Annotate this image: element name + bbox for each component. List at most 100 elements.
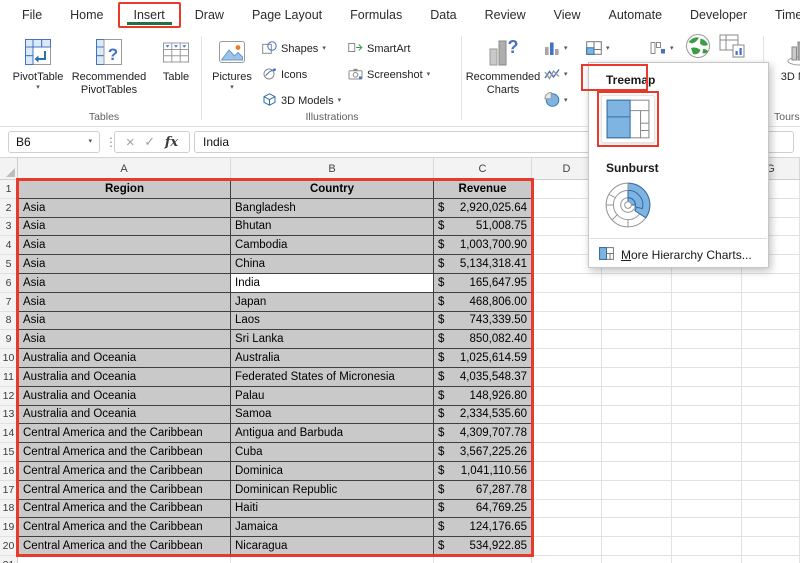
cell[interactable]: $2,920,025.64	[434, 198, 532, 218]
cell[interactable]	[602, 405, 672, 425]
cell[interactable]	[532, 311, 602, 331]
cell[interactable]	[672, 499, 742, 519]
cell[interactable]	[742, 555, 800, 563]
table-button[interactable]: Table	[156, 33, 196, 84]
sunburst-chart-option[interactable]	[601, 179, 655, 231]
cell[interactable]: Australia	[231, 349, 434, 368]
cell[interactable]	[602, 273, 672, 293]
cell[interactable]: Antigua and Barbuda	[231, 424, 434, 444]
cell[interactable]	[231, 555, 434, 563]
cell[interactable]: $3,567,225.26	[434, 443, 532, 462]
cell[interactable]: Central America and the Caribbean	[18, 424, 231, 444]
cell[interactable]: $2,334,535.60	[434, 405, 532, 425]
cell[interactable]: Sri Lanka	[231, 330, 434, 350]
cell[interactable]: Dominica	[231, 461, 434, 481]
cell[interactable]	[18, 555, 231, 563]
more-hierarchy-charts-item[interactable]: More Hierarchy Charts...	[589, 239, 768, 263]
tab-automate[interactable]: Automate	[595, 2, 677, 28]
cell[interactable]	[602, 367, 672, 387]
cell[interactable]	[434, 555, 532, 563]
cell[interactable]	[672, 405, 742, 425]
cell[interactable]: Jamaica	[231, 518, 434, 538]
row-number[interactable]: 3	[0, 217, 18, 237]
cell[interactable]: Nicaragua	[231, 537, 434, 556]
cell[interactable]: Haiti	[231, 499, 434, 519]
shapes-button[interactable]: Shapes ▾	[262, 38, 326, 60]
tab-home[interactable]: Home	[56, 2, 117, 28]
cell[interactable]	[532, 424, 602, 444]
tab-view[interactable]: View	[540, 2, 595, 28]
cell[interactable]	[602, 480, 672, 500]
column-header-c[interactable]: C	[434, 158, 532, 179]
cell[interactable]	[672, 273, 742, 293]
column-header-b[interactable]: B	[231, 158, 434, 179]
cell[interactable]: Central America and the Caribbean	[18, 443, 231, 462]
enter-icon[interactable]: ✓	[144, 134, 155, 150]
cell[interactable]	[532, 367, 602, 387]
cell[interactable]	[742, 349, 800, 368]
cell[interactable]	[532, 499, 602, 519]
row-number[interactable]: 9	[0, 330, 18, 350]
cell[interactable]	[672, 330, 742, 350]
tab-formulas[interactable]: Formulas	[336, 2, 416, 28]
treemap-chart-option[interactable]	[601, 95, 655, 143]
cell[interactable]	[602, 537, 672, 556]
cell[interactable]: Australia and Oceania	[18, 367, 231, 387]
row-number[interactable]: 8	[0, 311, 18, 331]
cell[interactable]	[672, 518, 742, 538]
cell[interactable]: $124,176.65	[434, 518, 532, 538]
recommended-pivottables-button[interactable]: ? Recommended PivotTables	[64, 33, 154, 97]
cell[interactable]: Asia	[18, 198, 231, 218]
cell[interactable]: Japan	[231, 292, 434, 312]
cell[interactable]	[742, 461, 800, 481]
cell[interactable]: Central America and the Caribbean	[18, 461, 231, 481]
cell[interactable]	[672, 443, 742, 462]
cell[interactable]: Central America and the Caribbean	[18, 518, 231, 538]
cell[interactable]	[602, 499, 672, 519]
cell[interactable]	[742, 518, 800, 538]
cell[interactable]: Palau	[231, 386, 434, 406]
cell[interactable]: Laos	[231, 311, 434, 331]
cell[interactable]	[742, 424, 800, 444]
insert-waterfall-chart-button[interactable]: ▾	[650, 38, 674, 60]
cell[interactable]	[602, 292, 672, 312]
cell[interactable]	[742, 405, 800, 425]
row-number[interactable]: 10	[0, 349, 18, 368]
tab-developer[interactable]: Developer	[676, 2, 761, 28]
cell[interactable]	[742, 330, 800, 350]
tab-insert[interactable]: Insert	[117, 2, 181, 28]
cell[interactable]: $165,647.95	[434, 273, 532, 293]
insert-hierarchy-chart-button[interactable]: ▾	[586, 38, 610, 60]
tab-draw[interactable]: Draw	[181, 2, 238, 28]
cell[interactable]	[602, 386, 672, 406]
cell[interactable]	[742, 292, 800, 312]
row-number[interactable]: 17	[0, 480, 18, 500]
cell[interactable]: $5,134,318.41	[434, 255, 532, 274]
cell[interactable]: Asia	[18, 273, 231, 293]
cell[interactable]: $1,041,110.56	[434, 461, 532, 481]
cell[interactable]: Federated States of Micronesia	[231, 367, 434, 387]
tab-data[interactable]: Data	[416, 2, 470, 28]
cell[interactable]: $64,769.25	[434, 499, 532, 519]
tab-review[interactable]: Review	[471, 2, 540, 28]
cell[interactable]: Australia and Oceania	[18, 386, 231, 406]
cell[interactable]	[672, 461, 742, 481]
cell[interactable]: Central America and the Caribbean	[18, 480, 231, 500]
cell[interactable]: $743,339.50	[434, 311, 532, 331]
tab-time-savers[interactable]: Time Savers	[761, 2, 800, 28]
cell[interactable]: $148,926.80	[434, 386, 532, 406]
cell[interactable]: Asia	[18, 236, 231, 256]
cell[interactable]: Asia	[18, 217, 231, 237]
cell[interactable]: $534,922.85	[434, 537, 532, 556]
cell[interactable]: Dominican Republic	[231, 480, 434, 500]
cell[interactable]	[742, 311, 800, 331]
cell[interactable]	[532, 555, 602, 563]
tab-page-layout[interactable]: Page Layout	[238, 2, 336, 28]
cell[interactable]	[602, 311, 672, 331]
cell[interactable]	[742, 367, 800, 387]
cell[interactable]: Asia	[18, 255, 231, 274]
row-number[interactable]: 7	[0, 292, 18, 312]
cell[interactable]: Samoa	[231, 405, 434, 425]
cell[interactable]	[672, 480, 742, 500]
pivotchart-button[interactable]	[718, 34, 746, 58]
